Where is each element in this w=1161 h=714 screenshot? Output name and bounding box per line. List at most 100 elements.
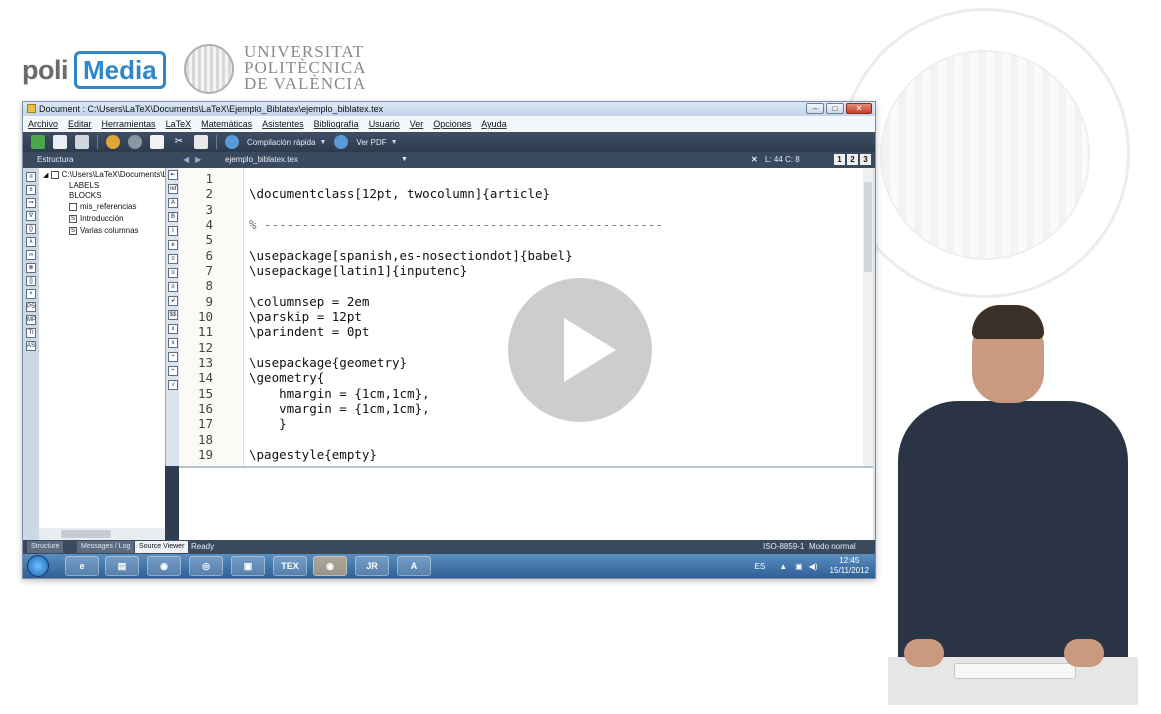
structure-view-icon[interactable]: ≡ [26,172,36,182]
tree-item-varias-columnas[interactable]: S Varias columnas [69,226,139,235]
arrow-forward-icon[interactable]: ▶ [195,152,201,168]
tab-document[interactable]: ejemplo_biblatex.tex [225,152,298,168]
bracket-icon[interactable]: [] [26,276,36,286]
ref-icon[interactable]: ref [168,184,178,194]
minimize-button[interactable]: – [806,103,824,114]
jabref-icon[interactable]: JR [355,556,389,576]
sqrt-icon[interactable]: √ [168,380,178,390]
new-line-icon[interactable]: ↲ [168,296,178,306]
tab-structure[interactable]: Structure [27,541,64,553]
internet-explorer-icon[interactable]: e [65,556,99,576]
tab-messages-log[interactable]: Messages / Log [77,541,135,553]
messages-console[interactable] [179,466,873,542]
cut-icon[interactable]: ✂ [172,135,186,149]
close-tab-icon[interactable]: ✕ [751,152,758,168]
save-icon[interactable] [75,135,89,149]
subscript-icon[interactable]: x [168,324,178,334]
arrow-back-icon[interactable]: ◀ [183,152,189,168]
copy-icon[interactable] [150,135,164,149]
pdf-reader-icon[interactable]: A [397,556,431,576]
metapost-icon[interactable]: MP [26,315,36,325]
view-pdf-select[interactable]: Ver PDF [356,138,386,147]
maximize-button[interactable]: □ [826,103,844,114]
chevron-down-icon[interactable]: ▼ [401,152,408,168]
quick-build-icon[interactable] [225,135,239,149]
line-number: 16 [197,401,213,416]
scrollbar-thumb[interactable] [61,530,111,538]
menu-latex[interactable]: LaTeX [166,116,192,132]
firefox-active-icon[interactable]: ◉ [313,556,347,576]
undo-icon[interactable] [106,135,120,149]
italic-icon[interactable]: I [168,226,178,236]
menu-asistentes[interactable]: Asistentes [262,116,304,132]
scrollbar-thumb[interactable] [864,182,872,272]
tikz-icon[interactable]: TI [26,328,36,338]
redo-icon[interactable] [128,135,142,149]
paste-icon[interactable] [194,135,208,149]
line-number: 4 [205,217,213,232]
texmaker-icon[interactable]: TEX [273,556,307,576]
start-button[interactable] [27,555,49,577]
open-file-icon[interactable] [53,135,67,149]
quick-build-select[interactable]: Compilación rápida [247,138,315,147]
view-button-2[interactable]: 2 [847,154,858,165]
tree-item-introduccion[interactable]: S Introducción [69,214,124,223]
dfrac-icon[interactable]: ÷ [168,366,178,376]
tree-blocks[interactable]: BLOCKS [69,191,101,200]
tab-source-viewer[interactable]: Source Viewer [135,541,189,553]
line-number: 12 [197,340,213,355]
align-left-icon[interactable]: ≡ [168,254,178,264]
view-button-1[interactable]: 1 [834,154,845,165]
font-a-icon[interactable]: A [168,198,178,208]
align-right-icon[interactable]: ≡ [168,282,178,292]
structure-horizontal-scrollbar[interactable] [39,528,165,540]
thunderbird-icon[interactable]: ◎ [189,556,223,576]
chevron-down-icon[interactable]: ▼ [319,139,326,146]
arrow-symbols-icon[interactable]: ⇒ [26,198,36,208]
emphasis-icon[interactable]: e [168,240,178,250]
view-pdf-icon[interactable] [334,135,349,149]
menu-ver[interactable]: Ver [410,116,424,132]
collapse-icon[interactable]: ⇤ [168,170,178,180]
asymptote-icon[interactable]: AS [26,341,36,351]
window-app-icon[interactable]: ▣ [231,556,265,576]
math-mode-icon[interactable]: $$ [168,310,178,320]
tray-chevron-up-icon[interactable]: ▲ [779,562,787,571]
video-play-button[interactable] [508,278,652,422]
new-file-icon[interactable] [31,135,45,149]
infinity-icon[interactable]: ∞ [26,250,36,260]
language-indicator[interactable]: ES [755,562,766,571]
fraction-icon[interactable]: ÷ [168,352,178,362]
bold-icon[interactable]: B [168,212,178,222]
cross-icon[interactable]: × [26,289,36,299]
menu-opciones[interactable]: Opciones [433,116,471,132]
view-button-3[interactable]: 3 [860,154,871,165]
operators-icon[interactable]: ⊗ [26,263,36,273]
clock[interactable]: 12:45 15/11/2012 [830,556,869,576]
menu-usuario[interactable]: Usuario [369,116,400,132]
menu-herramientas[interactable]: Herramientas [102,116,156,132]
menu-archivo[interactable]: Archivo [28,116,58,132]
relation-symbols-icon[interactable]: ± [26,185,36,195]
menu-bibliografia[interactable]: Bibliografía [314,116,359,132]
menu-editar[interactable]: Editar [68,116,92,132]
tree-root[interactable]: ◢ C:\Users\LaTeX\Documents\L [43,170,165,179]
network-icon[interactable]: ▣ [795,562,803,571]
tree-labels[interactable]: LABELS [69,181,99,190]
chevron-down-icon[interactable]: ▼ [391,139,398,146]
align-center-icon[interactable]: ≡ [168,268,178,278]
superscript-icon[interactable]: x [168,338,178,348]
greek-letters-icon[interactable]: λ [26,237,36,247]
menu-ayuda[interactable]: Ayuda [481,116,506,132]
delimiters-icon[interactable]: {} [26,224,36,234]
pstricks-icon[interactable]: PS [26,302,36,312]
misc-symbols-icon[interactable]: ∇ [26,211,36,221]
file-explorer-icon[interactable]: ▤ [105,556,139,576]
menu-matematicas[interactable]: Matemáticas [201,116,252,132]
firefox-icon[interactable]: ◉ [147,556,181,576]
expand-arrow-icon[interactable]: ◢ [43,172,48,179]
editor-vertical-scrollbar[interactable] [863,168,873,466]
tree-item-references[interactable]: mis_referencias [69,202,136,211]
volume-icon[interactable]: ◀) [809,562,818,571]
close-button[interactable]: ✕ [846,103,872,114]
